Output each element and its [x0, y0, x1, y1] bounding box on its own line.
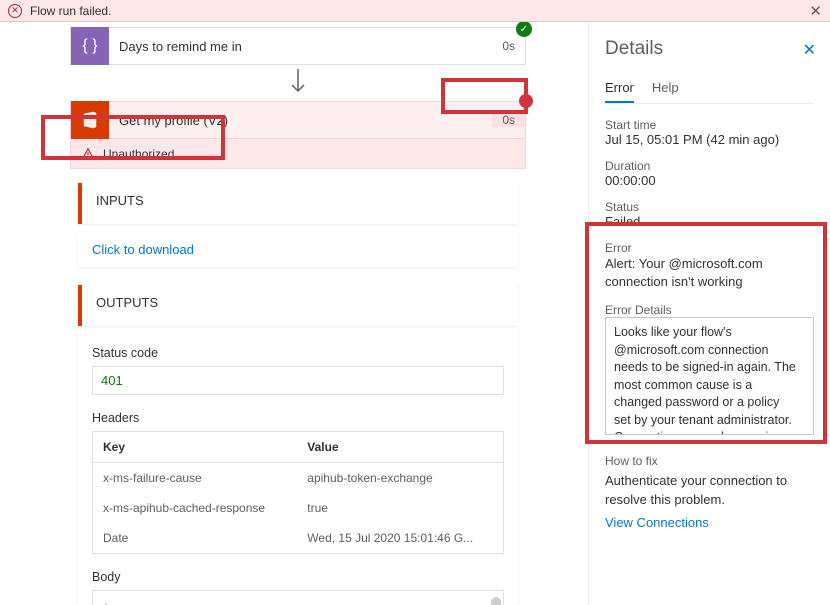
inputs-panel: INPUTS — [78, 183, 518, 224]
outputs-panel: OUTPUTS — [78, 285, 518, 326]
duration-label: Duration — [605, 159, 814, 173]
action-card-profile[interactable]: Get my profile (V2) 0s Unauthorized. ! — [70, 101, 526, 169]
headers-table: Key Value x-ms-failure-causeapihub-token… — [92, 431, 504, 554]
action-title: Get my profile (V2) — [109, 113, 492, 128]
col-value: Value — [307, 440, 493, 454]
tab-error[interactable]: Error — [605, 74, 634, 103]
start-time-value: Jul 15, 05:01 PM (42 min ago) — [605, 132, 814, 147]
error-details-label: Error Details — [605, 303, 814, 317]
download-link[interactable]: Click to download — [92, 242, 194, 257]
body-json[interactable]: { "status": 401, "source": "https://firs… — [92, 590, 504, 605]
table-row: x-ms-apihub-cached-responsetrue — [93, 493, 503, 523]
body-label: Body — [92, 570, 504, 584]
inputs-title: INPUTS — [96, 193, 504, 208]
error-badge-icon: ! — [519, 94, 533, 108]
outputs-title: OUTPUTS — [96, 295, 504, 310]
error-text: Unauthorized. — [103, 147, 178, 161]
headers-label: Headers — [92, 411, 504, 425]
table-row: DateWed, 15 Jul 2020 15:01:46 G... — [93, 523, 503, 553]
close-icon[interactable]: ✕ — [809, 2, 822, 20]
status-value: Failed — [605, 214, 814, 229]
error-circle-icon: ✕ — [8, 4, 22, 18]
status-label: Status — [605, 200, 814, 214]
error-banner: ✕ Flow run failed. ✕ — [0, 0, 830, 22]
error-row: Unauthorized. — [70, 139, 526, 169]
error-message: Alert: Your @microsoft.com connection is… — [605, 255, 814, 291]
office-icon — [71, 101, 109, 139]
start-time-label: Start time — [605, 118, 814, 132]
action-title: Days to remind me in — [109, 39, 492, 54]
details-title: Details — [605, 38, 814, 60]
braces-icon: { } — [71, 27, 109, 65]
close-icon[interactable]: ✕ — [803, 40, 816, 60]
success-check-icon: ✓ — [516, 22, 532, 37]
tab-help[interactable]: Help — [652, 74, 679, 103]
action-duration: 0s — [492, 113, 525, 127]
duration-value: 00:00:00 — [605, 173, 814, 188]
action-duration: 0s — [492, 39, 525, 53]
flow-canvas: { } Days to remind me in 0s ✓ Get my pro… — [0, 22, 588, 605]
details-panel: Details ✕ Error Help Start time Jul 15, … — [588, 22, 830, 605]
error-details-textarea[interactable] — [605, 317, 814, 435]
status-code-field[interactable] — [92, 366, 504, 395]
status-code-label: Status code — [92, 346, 504, 360]
howfix-label: How to fix — [605, 454, 814, 468]
flow-arrow — [70, 69, 526, 97]
col-key: Key — [103, 440, 307, 454]
howfix-text: Authenticate your connection to resolve … — [605, 472, 814, 508]
table-row: x-ms-failure-causeapihub-token-exchange — [93, 463, 503, 493]
tabs: Error Help — [605, 74, 814, 104]
warning-triangle-icon — [81, 147, 95, 161]
view-connections-link[interactable]: View Connections — [605, 515, 709, 530]
action-card-days[interactable]: { } Days to remind me in 0s ✓ — [70, 27, 526, 65]
error-label: Error — [605, 241, 814, 255]
banner-text: Flow run failed. — [30, 4, 111, 18]
scrollbar-thumb[interactable] — [491, 597, 501, 605]
